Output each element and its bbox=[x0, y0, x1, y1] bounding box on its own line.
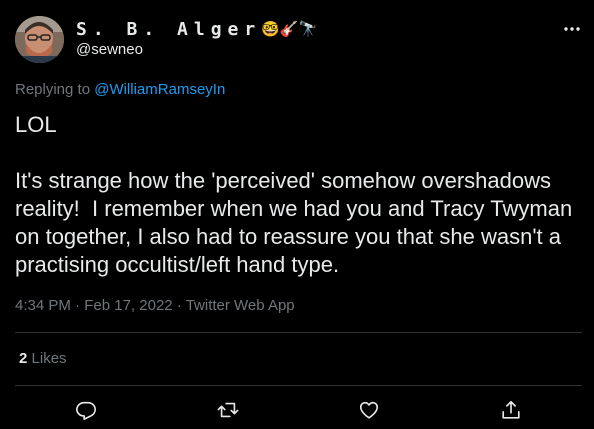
likes-count: 2 bbox=[19, 350, 28, 367]
action-bar bbox=[15, 386, 582, 429]
likes-stat[interactable]: 2 Likes bbox=[19, 350, 67, 367]
meta-separator: · bbox=[75, 297, 81, 314]
likes-label: Likes bbox=[31, 350, 67, 367]
avatar-image bbox=[15, 16, 64, 63]
tweet-time[interactable]: 4:34 PM bbox=[15, 297, 71, 314]
avatar[interactable] bbox=[15, 16, 64, 63]
replying-to-mention[interactable]: @WilliamRamseyIn bbox=[94, 81, 225, 98]
retweet-icon[interactable] bbox=[216, 398, 240, 422]
author-emojis: 🤓🎸🔭 bbox=[261, 21, 318, 38]
replying-to: Replying to @WilliamRamseyIn bbox=[15, 81, 225, 98]
share-icon[interactable] bbox=[499, 398, 523, 422]
more-icon[interactable] bbox=[564, 20, 580, 38]
tweet-meta: 4:34 PM · Feb 17, 2022 · Twitter Web App bbox=[15, 297, 295, 314]
replying-to-prefix: Replying to bbox=[15, 81, 91, 98]
meta-separator: · bbox=[176, 297, 182, 314]
reply-icon[interactable] bbox=[74, 398, 98, 422]
author-display-name[interactable]: S. B. Alger bbox=[76, 19, 261, 40]
tweet-date[interactable]: Feb 17, 2022 bbox=[84, 297, 172, 314]
tweet-source[interactable]: Twitter Web App bbox=[186, 297, 295, 314]
author-handle[interactable]: @sewneo bbox=[76, 41, 143, 58]
tweet-text: LOL It's strange how the 'perceived' som… bbox=[15, 112, 573, 277]
divider bbox=[15, 332, 582, 333]
author-name-row[interactable]: S. B. Alger 🤓🎸🔭 bbox=[76, 17, 317, 41]
heart-icon[interactable] bbox=[357, 398, 381, 422]
